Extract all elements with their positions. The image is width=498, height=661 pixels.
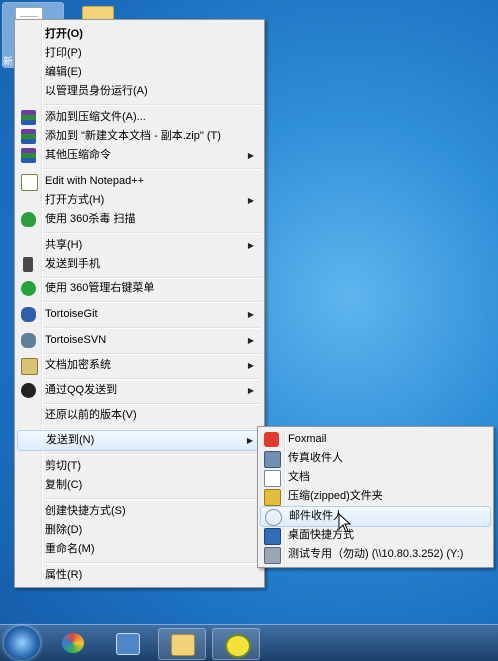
braces-icon	[225, 634, 251, 658]
menu-separator	[43, 232, 261, 234]
submenu-arrow-icon: ▶	[247, 336, 254, 345]
send-to-network-drive[interactable]: 测试专用（勿动) (\\10.80.3.252) (Y:)	[260, 545, 491, 564]
menu-item-add-to-zip[interactable]: 添加到 "新建文本文档 - 副本.zip" (T)	[17, 127, 262, 146]
menu-item-send-via-qq[interactable]: 通过QQ发送到 ▶	[17, 381, 262, 400]
taskbar	[0, 624, 498, 661]
network-drive-icon	[264, 547, 281, 564]
taskbar-app-360-icon[interactable]	[50, 628, 96, 658]
menu-item-tortoisegit[interactable]: TortoiseGit ▶	[17, 305, 262, 324]
taskbar-app-explorer[interactable]	[158, 628, 206, 660]
taskbar-app-code-editor[interactable]	[212, 628, 260, 660]
folder-icon	[171, 634, 195, 656]
menu-item-edit[interactable]: 编辑(E)	[17, 63, 262, 82]
send-to-zipped-folder[interactable]: 压缩(zipped)文件夹	[260, 487, 491, 506]
menu-item-copy[interactable]: 复制(C)	[17, 476, 262, 495]
menu-item-add-to-archive[interactable]: 添加到压缩文件(A)...	[17, 108, 262, 127]
phone-icon	[23, 257, 33, 272]
notepadpp-icon	[21, 174, 38, 191]
menu-separator	[43, 104, 261, 106]
tortoisesvn-icon	[21, 333, 36, 348]
menu-separator	[43, 453, 261, 455]
mouse-pointer-icon	[338, 513, 352, 533]
foxmail-icon	[264, 432, 279, 447]
submenu-arrow-icon: ▶	[247, 241, 254, 250]
qq-penguin-icon	[21, 383, 36, 398]
menu-separator	[43, 168, 261, 170]
send-to-foxmail[interactable]: Foxmail	[260, 430, 491, 449]
menu-item-send-to-phone[interactable]: 发送到手机	[17, 255, 262, 274]
menu-separator	[43, 378, 261, 380]
taskbar-app-network-icon[interactable]	[104, 628, 150, 658]
menu-item-360-menu-manager[interactable]: 使用 360管理右键菜单	[17, 279, 262, 298]
menu-item-open-with[interactable]: 打开方式(H) ▶	[17, 191, 262, 210]
menu-item-restore-versions[interactable]: 还原以前的版本(V)	[17, 406, 262, 425]
fax-icon	[264, 451, 281, 468]
menu-separator	[43, 353, 261, 355]
documents-icon	[264, 470, 281, 487]
submenu-arrow-icon: ▶	[247, 386, 254, 395]
menu-item-run-as-admin[interactable]: 以管理员身份运行(A)	[17, 82, 262, 101]
send-to-documents[interactable]: 文档	[260, 468, 491, 487]
menu-item-share[interactable]: 共享(H) ▶	[17, 236, 262, 255]
submenu-arrow-icon: ▶	[247, 310, 254, 319]
winrar-icon	[21, 129, 36, 144]
winrar-icon	[21, 110, 36, 125]
360-antivirus-icon	[21, 212, 36, 227]
desktop-file-label: 新	[3, 57, 13, 68]
menu-separator	[43, 327, 261, 329]
network-computer-icon	[116, 633, 140, 655]
winrar-icon	[21, 148, 36, 163]
menu-item-create-shortcut[interactable]: 创建快捷方式(S)	[17, 502, 262, 521]
menu-item-360-scan[interactable]: 使用 360杀毒 扫描	[17, 210, 262, 229]
menu-item-print[interactable]: 打印(P)	[17, 44, 262, 63]
menu-separator	[43, 403, 261, 405]
submenu-arrow-icon: ▶	[246, 436, 253, 445]
menu-item-notepadpp[interactable]: Edit with Notepad++	[17, 172, 262, 191]
menu-item-other-compress[interactable]: 其他压缩命令 ▶	[17, 146, 262, 165]
encryption-icon	[21, 358, 38, 375]
submenu-arrow-icon: ▶	[247, 151, 254, 160]
menu-item-send-to[interactable]: 发送到(N) ▶	[17, 430, 262, 451]
tortoisegit-icon	[21, 307, 36, 322]
start-button[interactable]	[4, 626, 40, 660]
send-to-fax-recipient[interactable]: 传真收件人	[260, 449, 491, 468]
desktop-icon	[264, 528, 281, 545]
menu-separator	[43, 498, 261, 500]
menu-separator	[43, 562, 261, 564]
menu-item-delete[interactable]: 删除(D)	[17, 521, 262, 540]
360-browser-icon	[62, 633, 84, 653]
menu-item-rename[interactable]: 重命名(M)	[17, 540, 262, 559]
menu-item-cut[interactable]: 剪切(T)	[17, 457, 262, 476]
menu-separator	[43, 301, 261, 303]
send-to-mail-recipient[interactable]: 邮件收件人	[260, 506, 491, 527]
360-manager-icon	[21, 281, 36, 296]
zip-folder-icon	[264, 489, 281, 506]
menu-item-properties[interactable]: 属性(R)	[17, 566, 262, 585]
menu-item-doc-encryption[interactable]: 文档加密系统 ▶	[17, 356, 262, 375]
mail-recipient-icon	[265, 509, 282, 526]
submenu-arrow-icon: ▶	[247, 196, 254, 205]
menu-item-open[interactable]: 打开(O)	[17, 25, 262, 44]
send-to-submenu: Foxmail 传真收件人 文档 压缩(zipped)文件夹 邮件收件人 桌面快…	[257, 426, 494, 568]
submenu-arrow-icon: ▶	[247, 361, 254, 370]
context-menu: 打开(O) 打印(P) 编辑(E) 以管理员身份运行(A) 添加到压缩文件(A)…	[14, 19, 265, 588]
menu-item-tortoisesvn[interactable]: TortoiseSVN ▶	[17, 331, 262, 350]
send-to-desktop-shortcut[interactable]: 桌面快捷方式	[260, 526, 491, 545]
